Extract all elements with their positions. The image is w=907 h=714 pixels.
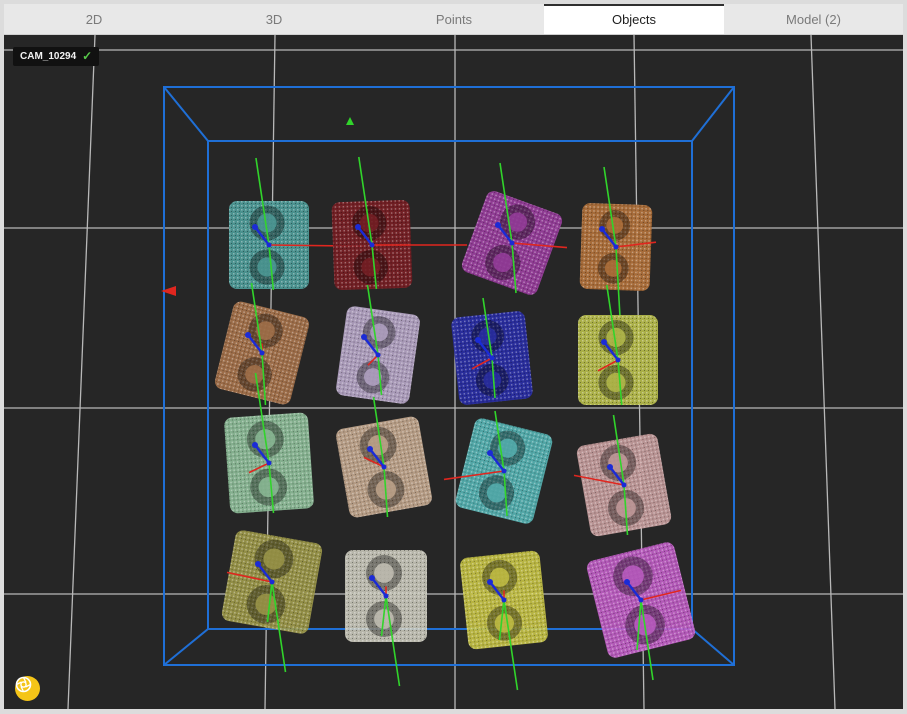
- 3d-viewport[interactable]: CAM_10294 ✓: [4, 35, 903, 709]
- grid-line: [810, 35, 836, 709]
- scene-canvas[interactable]: [4, 35, 903, 709]
- snapshot-button[interactable]: [15, 676, 40, 701]
- socket-pin: [374, 563, 394, 583]
- object-center: [501, 597, 507, 603]
- object-center: [259, 350, 265, 356]
- tab-3d[interactable]: 3D: [184, 4, 364, 34]
- bbox-edge: [163, 628, 209, 666]
- bbox-edge: [163, 86, 209, 142]
- z-axis-tip: [245, 332, 251, 338]
- object-center: [501, 468, 507, 474]
- object-center: [615, 357, 621, 363]
- z-axis-tip: [624, 579, 630, 585]
- object-center: [266, 242, 272, 248]
- object-center: [269, 579, 275, 585]
- bbox-edge: [691, 628, 735, 666]
- object-center: [509, 240, 515, 246]
- z-axis-tip: [487, 450, 493, 456]
- tab-objects[interactable]: Objects: [544, 4, 724, 34]
- grid-line: [67, 35, 96, 709]
- z-axis-tip: [475, 337, 481, 343]
- view-tabbar: 2D 3D Points Objects Model (2): [4, 4, 903, 35]
- object-center: [383, 593, 389, 599]
- z-axis-tip: [255, 561, 261, 567]
- socket-pin: [257, 257, 277, 277]
- object-center: [613, 244, 619, 250]
- object-center: [621, 482, 627, 488]
- z-axis-tip: [367, 446, 373, 452]
- z-axis-tip: [252, 442, 258, 448]
- check-icon: ✓: [82, 49, 93, 63]
- object-center: [381, 464, 387, 470]
- z-axis-tip: [252, 224, 258, 230]
- tab-model[interactable]: Model (2): [724, 4, 903, 34]
- z-axis-tip: [601, 339, 607, 345]
- z-axis-tip: [369, 575, 375, 581]
- socket-pin: [606, 372, 626, 393]
- z-axis-tip: [599, 226, 605, 232]
- tab-2d[interactable]: 2D: [4, 4, 184, 34]
- object-center: [369, 242, 375, 248]
- z-axis-tip: [607, 464, 613, 470]
- object-center: [489, 355, 495, 361]
- z-axis-tip: [495, 222, 501, 228]
- camera-badge[interactable]: CAM_10294 ✓: [13, 47, 100, 66]
- global-y-arrow: [346, 117, 354, 125]
- object-center: [375, 352, 381, 358]
- bbox-edge: [691, 86, 735, 142]
- object-center: [638, 597, 644, 603]
- object-center: [266, 460, 272, 466]
- z-axis-tip: [355, 224, 361, 230]
- camera-name: CAM_10294: [20, 51, 77, 62]
- z-axis-tip: [487, 579, 493, 585]
- tab-points[interactable]: Points: [364, 4, 544, 34]
- floor-grid: [4, 35, 903, 709]
- aperture-icon: [15, 676, 32, 693]
- z-axis-tip: [361, 334, 367, 340]
- app-window: 2D 3D Points Objects Model (2) CAM_10294…: [0, 0, 907, 714]
